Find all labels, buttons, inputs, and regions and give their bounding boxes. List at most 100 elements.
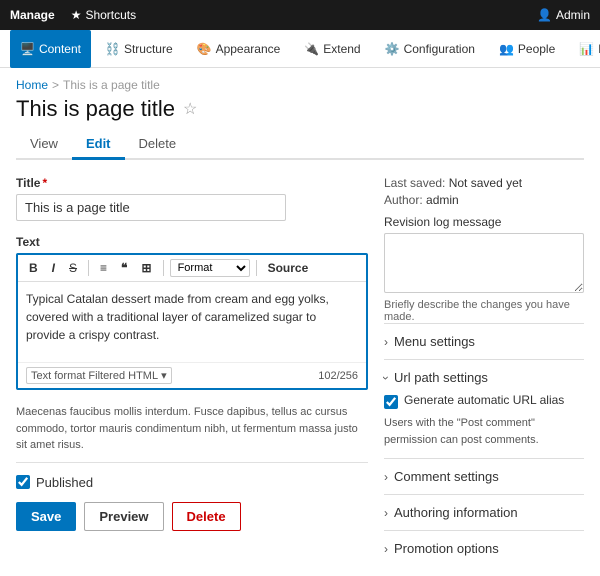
revision-textarea[interactable] — [384, 233, 584, 293]
chevron-down-icon-url: › — [379, 376, 393, 380]
author-row: Author: admin — [384, 193, 584, 207]
url-path-label: Url path settings — [394, 370, 488, 385]
star-icon: ★ — [71, 8, 82, 22]
strike-button[interactable]: S — [64, 259, 82, 277]
text-format-label: Text format — [31, 370, 85, 382]
divider — [16, 462, 368, 463]
text-field-group: Text B I S ≡ ❝ ⊞ Format Heading 1 — [16, 235, 368, 390]
chevron-right-icon-comment: › — [384, 470, 388, 484]
breadcrumb-current: This is a page title — [63, 78, 160, 92]
breadcrumb-separator: > — [52, 78, 59, 92]
chevron-right-icon: › — [384, 335, 388, 349]
italic-button[interactable]: I — [47, 259, 60, 277]
published-label[interactable]: Published — [36, 475, 93, 490]
list-button[interactable]: ≡ — [95, 259, 112, 277]
published-checkbox[interactable] — [16, 475, 30, 489]
editor-body[interactable]: Typical Catalan dessert made from cream … — [18, 282, 366, 362]
format-value: Filtered HTML — [88, 370, 158, 382]
source-button[interactable]: Source — [263, 259, 314, 277]
content-layout: Title* Text B I S ≡ ❝ ⊞ — [16, 176, 584, 566]
action-buttons: Save Preview Delete — [16, 502, 368, 531]
shortcuts-link[interactable]: ★ Shortcuts — [71, 8, 136, 22]
url-checkbox-row: Generate automatic URL alias — [384, 393, 584, 409]
side-panel: Last saved: Not saved yet Author: admin … — [384, 176, 584, 566]
accordion-menu-settings: › Menu settings — [384, 323, 584, 359]
appearance-icon: 🎨 — [197, 42, 212, 56]
page-wrapper: Home > This is a page title This is page… — [0, 68, 600, 576]
url-alias-label[interactable]: Generate automatic URL alias — [404, 393, 564, 407]
revision-label: Revision log message — [384, 215, 584, 229]
save-button[interactable]: Save — [16, 502, 76, 531]
people-icon: 👥 — [499, 42, 514, 56]
url-path-header[interactable]: › Url path settings — [384, 370, 584, 385]
text-label: Text — [16, 235, 368, 249]
menu-settings-header[interactable]: › Menu settings — [384, 334, 584, 349]
admin-icon: 👤 — [537, 8, 552, 22]
word-count: 102/256 — [318, 370, 358, 382]
title-input[interactable] — [16, 194, 286, 221]
menu-settings-label: Menu settings — [394, 334, 475, 349]
reports-icon: 📊 — [579, 42, 594, 56]
disclaimer-text: Maecenas faucibus mollis interdum. Fusce… — [16, 404, 368, 454]
configuration-icon: ⚙️ — [385, 42, 400, 56]
favorite-icon[interactable]: ☆ — [183, 99, 197, 119]
breadcrumb-home[interactable]: Home — [16, 78, 48, 92]
chevron-down-icon: ▾ — [161, 369, 167, 382]
admin-link[interactable]: 👤 Admin — [537, 8, 590, 22]
nav-content[interactable]: 🖥️ Content — [10, 30, 91, 68]
title-field-group: Title* — [16, 176, 368, 221]
title-label: Title* — [16, 176, 368, 190]
nav-reports[interactable]: 📊 Reports — [569, 30, 600, 68]
url-path-body: Generate automatic URL alias Users with … — [384, 385, 584, 448]
top-bar: Manage ★ Shortcuts 👤 Admin — [0, 0, 600, 30]
required-mark: * — [42, 176, 47, 190]
url-alias-checkbox[interactable] — [384, 395, 398, 409]
content-icon: 🖥️ — [20, 42, 35, 56]
structure-icon: ⛓️ — [105, 42, 120, 56]
nav-configuration[interactable]: ⚙️ Configuration — [375, 30, 485, 68]
last-saved-row: Last saved: Not saved yet — [384, 176, 584, 190]
published-row: Published — [16, 475, 368, 490]
text-format-select[interactable]: Text format Filtered HTML ▾ — [26, 367, 172, 384]
chevron-right-icon-authoring: › — [384, 506, 388, 520]
authoring-info-label: Authoring information — [394, 505, 518, 520]
image-button[interactable]: ⊞ — [137, 259, 157, 277]
page-title: This is page title — [16, 96, 175, 122]
toolbar-divider-1 — [88, 260, 89, 276]
tab-delete[interactable]: Delete — [125, 130, 191, 160]
tab-edit[interactable]: Edit — [72, 130, 125, 160]
side-col: Last saved: Not saved yet Author: admin … — [384, 176, 584, 566]
accordion-comment-settings: › Comment settings — [384, 458, 584, 494]
tab-view[interactable]: View — [16, 130, 72, 160]
breadcrumb: Home > This is a page title — [16, 78, 584, 92]
revision-hint: Briefly describe the changes you have ma… — [384, 299, 584, 323]
chevron-right-icon-promotion: › — [384, 542, 388, 556]
accordion-url-path: › Url path settings Generate automatic U… — [384, 359, 584, 458]
url-body-text: Users with the "Post comment" permission… — [384, 415, 584, 448]
comment-settings-label: Comment settings — [394, 469, 499, 484]
promotion-options-header[interactable]: › Promotion options — [384, 541, 584, 556]
format-select-toolbar[interactable]: Format Heading 1 Heading 2 Paragraph — [170, 259, 250, 277]
manage-link[interactable]: Manage — [10, 8, 55, 22]
editor-footer: Text format Filtered HTML ▾ 102/256 — [18, 362, 366, 388]
nav-extend[interactable]: 🔌 Extend — [294, 30, 370, 68]
nav-appearance[interactable]: 🎨 Appearance — [187, 30, 291, 68]
promotion-options-label: Promotion options — [394, 541, 499, 556]
page-title-row: This is page title ☆ — [16, 96, 584, 122]
authoring-info-header[interactable]: › Authoring information — [384, 505, 584, 520]
main-col: Title* Text B I S ≡ ❝ ⊞ — [16, 176, 368, 566]
bold-button[interactable]: B — [24, 259, 43, 277]
nav-structure[interactable]: ⛓️ Structure — [95, 30, 183, 68]
nav-bar: 🖥️ Content ⛓️ Structure 🎨 Appearance 🔌 E… — [0, 30, 600, 68]
toolbar-divider-2 — [163, 260, 164, 276]
delete-button[interactable]: Delete — [172, 502, 241, 531]
editor-wrapper: B I S ≡ ❝ ⊞ Format Heading 1 Heading 2 P… — [16, 253, 368, 390]
comment-settings-header[interactable]: › Comment settings — [384, 469, 584, 484]
quote-button[interactable]: ❝ — [116, 259, 132, 277]
preview-button[interactable]: Preview — [84, 502, 163, 531]
tabs: View Edit Delete — [16, 130, 584, 160]
accordion-authoring-info: › Authoring information — [384, 494, 584, 530]
toolbar-divider-3 — [256, 260, 257, 276]
editor-toolbar: B I S ≡ ❝ ⊞ Format Heading 1 Heading 2 P… — [18, 255, 366, 282]
nav-people[interactable]: 👥 People — [489, 30, 565, 68]
